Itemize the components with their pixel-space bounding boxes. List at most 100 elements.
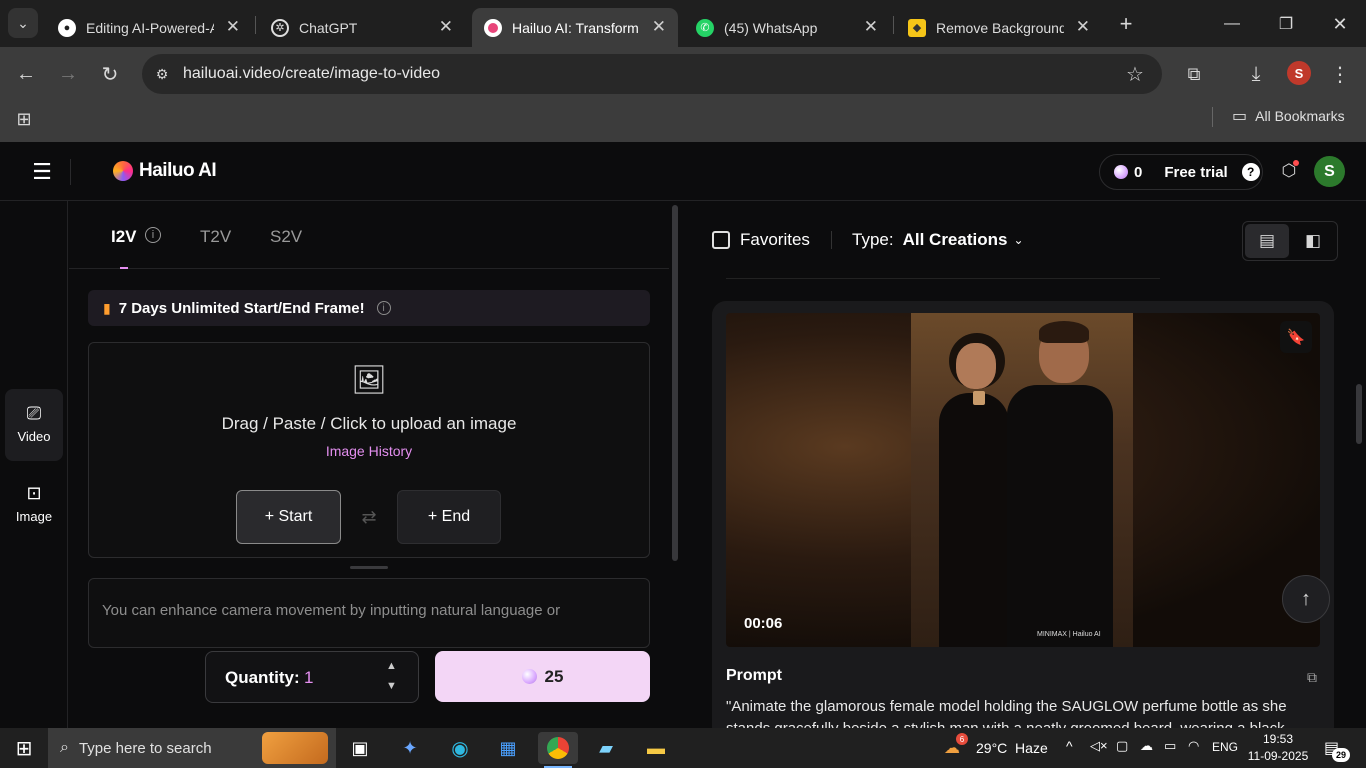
hamburger-menu-icon[interactable]: ☰ (28, 158, 56, 186)
info-icon[interactable]: i (376, 301, 391, 315)
minimize-icon[interactable]: — (1218, 10, 1246, 38)
figure-man-hair (1039, 321, 1089, 343)
prompt-input[interactable]: You can enhance camera movement by input… (88, 578, 650, 648)
forward-icon[interactable]: → (54, 60, 82, 88)
generate-button[interactable]: 25 (435, 651, 650, 702)
openai-icon: ✲ (271, 18, 289, 37)
chrome-icon (547, 737, 569, 759)
left-panel-scrollbar[interactable] (672, 205, 678, 561)
video-duration: 00:06 (744, 615, 783, 632)
info-icon[interactable]: i (145, 227, 161, 243)
end-frame-button[interactable]: + End (397, 490, 501, 544)
extensions-icon[interactable]: ⧉ (1180, 60, 1208, 88)
filter-divider (831, 231, 832, 249)
type-dropdown[interactable]: Type: All Creations ⌄ (852, 230, 1024, 250)
image-upload-icon: 🖼 (351, 363, 387, 395)
more-menu-icon[interactable]: ⋮ (1328, 60, 1352, 88)
clock-time[interactable]: 19:53 (1248, 732, 1308, 746)
app-header: ☰ Hailuo AI 0 Free trial ? ⬡ S (0, 142, 1366, 201)
new-tab-icon[interactable]: + (1112, 10, 1140, 38)
site-info-icon[interactable]: ⚙ (150, 62, 174, 86)
chrome-taskbar-icon[interactable] (538, 732, 578, 764)
reload-icon[interactable]: ↻ (96, 60, 124, 88)
back-icon[interactable]: ← (12, 60, 40, 88)
tab-hailuo[interactable]: Hailuo AI: Transform ✕ (472, 8, 678, 47)
notepad-icon[interactable]: ▰ (586, 732, 626, 764)
image-history-link[interactable]: Image History (89, 443, 649, 459)
prompt-placeholder: You can enhance camera movement by input… (102, 602, 561, 619)
restore-icon[interactable]: ❐ (1272, 10, 1300, 38)
tab-removebg[interactable]: ◆ Remove Background ✕ (896, 8, 1102, 47)
separator-line (726, 278, 1160, 279)
quantity-value: 1 (304, 668, 314, 687)
url-text: hailuoai.video/create/image-to-video (183, 65, 441, 82)
logo-text: Hailuo AI (139, 160, 217, 181)
chevron-up-icon[interactable]: ^ (1066, 738, 1073, 754)
star-icon[interactable]: ☆ (1122, 61, 1148, 87)
browser-tab-bar: ⌄ ● Editing AI-Powered-A ✕ ✲ ChatGPT ✕ H… (0, 0, 1366, 47)
bookmark-icon[interactable]: 🔖 (1280, 321, 1312, 353)
help-icon[interactable]: ? (1241, 163, 1260, 181)
tab-t2v[interactable]: T2V (200, 227, 231, 247)
tab-whatsapp[interactable]: ✆ (45) WhatsApp ✕ (684, 8, 890, 47)
tab-chatgpt[interactable]: ✲ ChatGPT ✕ (259, 8, 465, 47)
credits-pill[interactable]: 0 Free trial ? (1099, 154, 1263, 190)
sidenav-label: Video (17, 429, 51, 444)
close-icon[interactable]: ✕ (1076, 17, 1090, 37)
wifi-icon[interactable]: ◠ (1188, 738, 1199, 754)
file-explorer-icon[interactable]: ▬ (636, 732, 676, 764)
language-indicator[interactable]: ENG (1212, 740, 1238, 754)
increment-icon[interactable]: ▲ (386, 660, 397, 672)
favorites-checkbox[interactable] (712, 231, 730, 249)
image-icon: ⊡ (26, 482, 42, 503)
task-view-icon[interactable]: ▣ (340, 732, 380, 764)
apps-grid-icon[interactable]: ⊞ (12, 107, 36, 131)
decrement-icon[interactable]: ▼ (386, 680, 397, 692)
copilot-icon[interactable]: ✦ (390, 732, 430, 764)
quantity-stepper[interactable]: Quantity: 1 ▲ ▼ (205, 651, 419, 703)
upload-text: Drag / Paste / Click to upload an image (221, 414, 517, 433)
weather-text[interactable]: 29°C Haze (976, 740, 1048, 756)
clock-date[interactable]: 11-09-2025 (1244, 749, 1312, 763)
taskbar-search[interactable]: ⌕ Type here to search (48, 728, 336, 768)
app-logo[interactable]: Hailuo AI (113, 160, 217, 182)
sidenav-item-video[interactable]: ⎚ Video (5, 389, 63, 461)
profile-avatar[interactable]: S (1287, 61, 1311, 85)
onedrive-icon[interactable]: ☁ (1140, 738, 1153, 754)
split-view-icon[interactable]: ◧ (1291, 224, 1335, 258)
volume-icon[interactable]: ◁× (1090, 738, 1108, 754)
promo-banner[interactable]: ▮ 7 Days Unlimited Start/End Frame! i (88, 290, 650, 326)
free-trial-link[interactable]: Free trial (1164, 164, 1227, 181)
start-frame-button[interactable]: + Start (236, 490, 341, 544)
tab-divider (255, 16, 256, 34)
video-preview[interactable]: MINIMAX | Hailuo AI 🔖 00:06 (726, 313, 1320, 647)
swap-icon[interactable]: ⇄ (357, 505, 381, 529)
all-bookmarks[interactable]: ▭ All Bookmarks (1232, 106, 1345, 126)
meet-icon[interactable]: ▢ (1116, 738, 1128, 754)
windows-start-icon[interactable]: ⊞ (4, 732, 44, 764)
tab-search-icon[interactable]: ⌄ (8, 8, 38, 38)
close-icon[interactable]: ✕ (226, 17, 240, 37)
close-icon[interactable]: ✕ (652, 17, 666, 37)
resize-handle[interactable] (350, 566, 388, 569)
list-view-icon[interactable]: ▤ (1245, 224, 1289, 258)
close-window-icon[interactable]: ✕ (1326, 10, 1354, 38)
tab-s2v[interactable]: S2V (270, 227, 302, 247)
address-bar[interactable]: ⚙ hailuoai.video/create/image-to-video ☆ (142, 54, 1162, 94)
favorites-label[interactable]: Favorites (740, 230, 810, 250)
close-icon[interactable]: ✕ (439, 17, 453, 37)
store-icon[interactable]: ▦ (488, 732, 528, 764)
battery-icon[interactable]: ▭ (1164, 738, 1176, 754)
upload-area[interactable]: 🖼 Drag / Paste / Click to upload an imag… (88, 342, 650, 558)
tab-i2v[interactable]: I2V (111, 227, 137, 247)
scroll-top-icon[interactable]: ↑ (1282, 575, 1330, 623)
copy-icon[interactable]: ⧉ (1302, 667, 1322, 687)
edge-icon[interactable]: ◉ (440, 732, 480, 764)
right-panel-scrollbar[interactable] (1356, 384, 1362, 444)
close-icon[interactable]: ✕ (864, 17, 878, 37)
mode-tabs: I2V i T2V S2V (69, 201, 669, 269)
sidenav-item-image[interactable]: ⊡ Image (5, 469, 63, 541)
user-avatar[interactable]: S (1314, 156, 1345, 187)
tab-github[interactable]: ● Editing AI-Powered-A ✕ (46, 8, 252, 47)
download-icon[interactable]: ⤓ (1242, 60, 1270, 88)
